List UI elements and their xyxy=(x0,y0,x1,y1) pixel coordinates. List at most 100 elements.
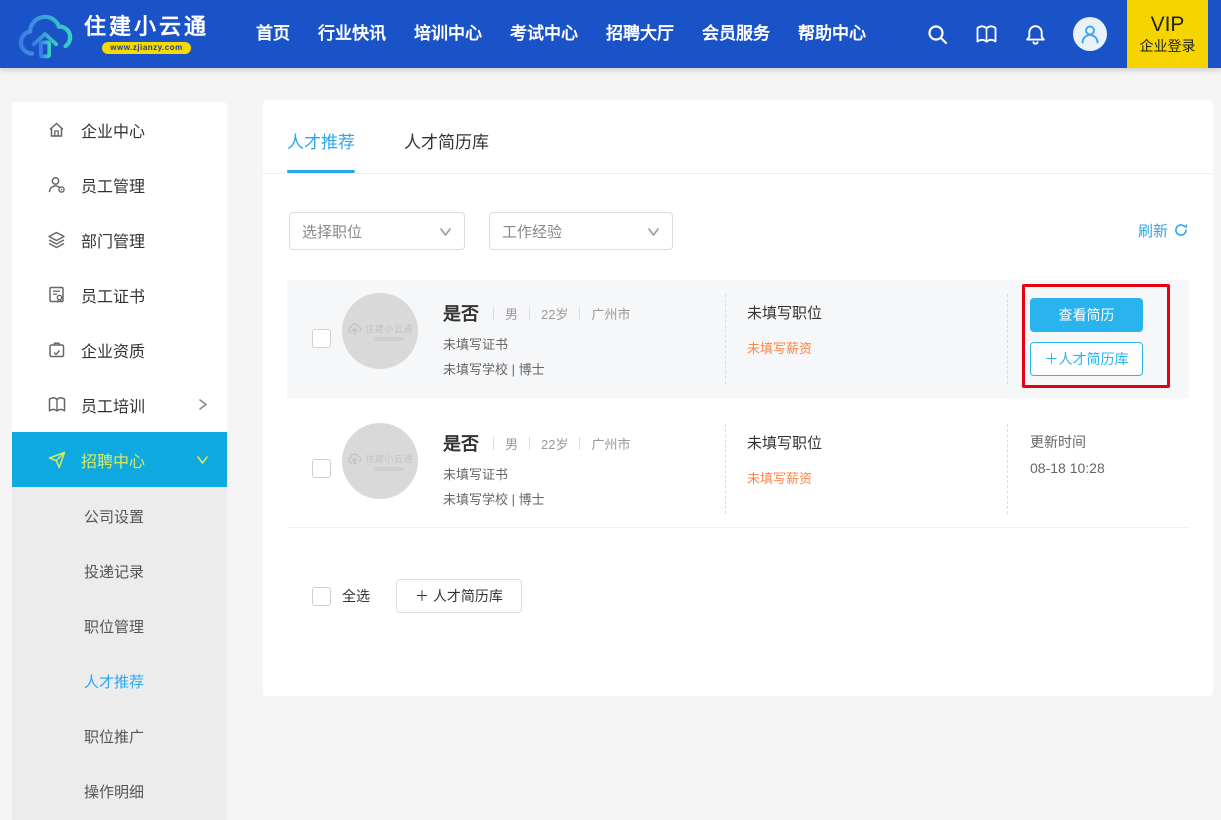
candidate-age: 22岁 xyxy=(541,434,568,453)
paper-plane-icon xyxy=(47,450,66,469)
enterprise-login-label: 企业登录 xyxy=(1140,37,1196,55)
brand-cloud-logo-icon xyxy=(14,7,76,61)
sidebar-item-enterprise-qualifications[interactable]: 企业资质 xyxy=(12,322,227,377)
bell-icon[interactable] xyxy=(1024,23,1047,46)
menu-item-home[interactable]: 首页 xyxy=(242,0,304,68)
sidebar-item-employee-training[interactable]: 员工培训 xyxy=(12,377,227,432)
candidate-checkbox[interactable] xyxy=(312,329,331,348)
position-filter-select[interactable]: 选择职位 xyxy=(289,212,465,250)
avatar-watermark: 住建小云通 xyxy=(365,322,413,335)
submenu-item-position-management[interactable]: 职位管理 xyxy=(12,599,227,654)
sidebar-item-employee-certificates[interactable]: 员工证书 xyxy=(12,267,227,322)
chevron-down-icon xyxy=(439,225,452,238)
tab-bar: 人才推荐 人才简历库 xyxy=(263,100,1213,174)
page: 住建小云通 www.zjianzy.com 首页 行业快讯 培训中心 考试中心 … xyxy=(0,0,1221,820)
dotted-divider xyxy=(725,424,726,514)
user-gear-icon xyxy=(47,175,66,194)
submenu-item-talent-recommendation[interactable]: 人才推荐 xyxy=(12,654,227,709)
submenu-item-position-promotion[interactable]: 职位推广 xyxy=(12,709,227,764)
watermark-cloud-icon xyxy=(347,452,362,465)
tab-talent-resume-library[interactable]: 人才简历库 xyxy=(404,128,489,153)
tab-talent-recommendation[interactable]: 人才推荐 xyxy=(287,128,355,153)
candidate-certificate: 未填写证书 xyxy=(443,464,508,483)
menu-item-job-hall[interactable]: 招聘大厅 xyxy=(592,0,688,68)
candidate-gender: 男 xyxy=(505,434,518,453)
add-to-resume-library-button[interactable]: ＋ 人才简历库 xyxy=(396,579,522,613)
candidate-education: 未填写学校 | 博士 xyxy=(443,359,545,378)
brand-name: 住建小云通 xyxy=(84,15,209,39)
search-icon[interactable] xyxy=(926,23,949,46)
dotted-divider xyxy=(1007,424,1008,514)
sidebar-item-label: 企业中心 xyxy=(81,118,145,142)
candidate-position: 未填写职位 xyxy=(747,302,822,323)
candidate-city: 广州市 xyxy=(591,434,630,453)
dotted-divider xyxy=(1007,294,1008,384)
user-avatar[interactable] xyxy=(1073,17,1107,51)
sidebar-item-department-management[interactable]: 部门管理 xyxy=(12,212,227,267)
update-time-label: 更新时间 xyxy=(1030,432,1086,452)
watermark-bar xyxy=(374,337,404,341)
layers-icon xyxy=(47,230,66,249)
candidate-city: 广州市 xyxy=(591,304,630,323)
sidebar-item-label: 员工管理 xyxy=(81,173,145,197)
book-icon[interactable] xyxy=(975,23,998,46)
candidate-row: 住建小云通 是否 男 22岁 广州市 未填写证书 未填写学校 | 博士 未填写职… xyxy=(287,280,1189,398)
chevron-down-icon xyxy=(196,453,209,466)
candidate-name: 是否 xyxy=(443,430,479,456)
sidebar-item-label: 招聘中心 xyxy=(81,448,145,472)
certificate-icon xyxy=(47,285,66,304)
menu-item-help-center[interactable]: 帮助中心 xyxy=(784,0,880,68)
candidate-row: 住建小云通 是否 男 22岁 广州市 未填写证书 未填写学校 | 博士 未填写职… xyxy=(287,410,1189,528)
vip-label: VIP xyxy=(1151,13,1185,37)
candidate-checkbox[interactable] xyxy=(312,459,331,478)
select-all-checkbox[interactable] xyxy=(312,587,331,606)
home-icon xyxy=(47,120,66,139)
candidate-salary: 未填写薪资 xyxy=(747,338,812,357)
brand[interactable]: 住建小云通 www.zjianzy.com xyxy=(0,7,232,61)
candidate-avatar: 住建小云通 xyxy=(342,423,418,499)
content-panel: 人才推荐 人才简历库 选择职位 工作经验 刷新 住建小云通 xyxy=(263,100,1213,696)
brand-url-badge: www.zjianzy.com xyxy=(102,42,190,54)
candidate-salary: 未填写薪资 xyxy=(747,468,812,487)
add-to-resume-library-button[interactable]: ＋人才简历库 xyxy=(1030,342,1143,376)
candidate-gender: 男 xyxy=(505,304,518,323)
candidate-position: 未填写职位 xyxy=(747,432,822,453)
book-icon xyxy=(47,395,66,414)
submenu-item-operation-details[interactable]: 操作明细 xyxy=(12,764,227,819)
submenu-item-company-settings[interactable]: 公司设置 xyxy=(12,489,227,544)
sidebar-item-recruitment-center[interactable]: 招聘中心 xyxy=(12,432,227,487)
experience-filter-select[interactable]: 工作经验 xyxy=(489,212,673,250)
main-menu: 首页 行业快讯 培训中心 考试中心 招聘大厅 会员服务 帮助中心 xyxy=(242,0,880,68)
candidate-certificate: 未填写证书 xyxy=(443,334,508,353)
experience-filter-value: 工作经验 xyxy=(502,221,562,242)
candidate-age: 22岁 xyxy=(541,304,568,323)
menu-item-exam-center[interactable]: 考试中心 xyxy=(496,0,592,68)
refresh-label: 刷新 xyxy=(1138,220,1168,241)
person-icon xyxy=(1079,23,1101,45)
candidate-avatar: 住建小云通 xyxy=(342,293,418,369)
sidebar-item-label: 部门管理 xyxy=(81,228,145,252)
view-resume-button[interactable]: 查看简历 xyxy=(1030,298,1143,332)
sidebar-item-label: 员工证书 xyxy=(81,283,145,307)
submenu-item-delivery-records[interactable]: 投递记录 xyxy=(12,544,227,599)
watermark-bar xyxy=(374,467,404,471)
menu-item-training-center[interactable]: 培训中心 xyxy=(400,0,496,68)
list-footer-actions: 全选 ＋ 人才简历库 xyxy=(287,578,522,614)
vip-login-button[interactable]: VIP 企业登录 xyxy=(1127,0,1208,68)
select-all-label: 全选 xyxy=(342,586,370,606)
nav-icons xyxy=(926,17,1127,51)
update-time-value: 08-18 10:28 xyxy=(1030,460,1105,476)
dotted-divider xyxy=(725,294,726,384)
avatar-watermark: 住建小云通 xyxy=(365,452,413,465)
position-filter-value: 选择职位 xyxy=(302,221,362,242)
menu-item-member-services[interactable]: 会员服务 xyxy=(688,0,784,68)
sidebar-item-employee-management[interactable]: 员工管理 xyxy=(12,157,227,212)
refresh-icon xyxy=(1174,223,1189,238)
refresh-button[interactable]: 刷新 xyxy=(1138,220,1189,241)
candidate-name: 是否 xyxy=(443,300,479,326)
candidate-education: 未填写学校 | 博士 xyxy=(443,489,545,508)
sidebar-item-enterprise-center[interactable]: 企业中心 xyxy=(12,102,227,157)
sidebar-item-label: 企业资质 xyxy=(81,338,145,362)
chevron-right-icon xyxy=(196,398,209,411)
menu-item-industry-news[interactable]: 行业快讯 xyxy=(304,0,400,68)
